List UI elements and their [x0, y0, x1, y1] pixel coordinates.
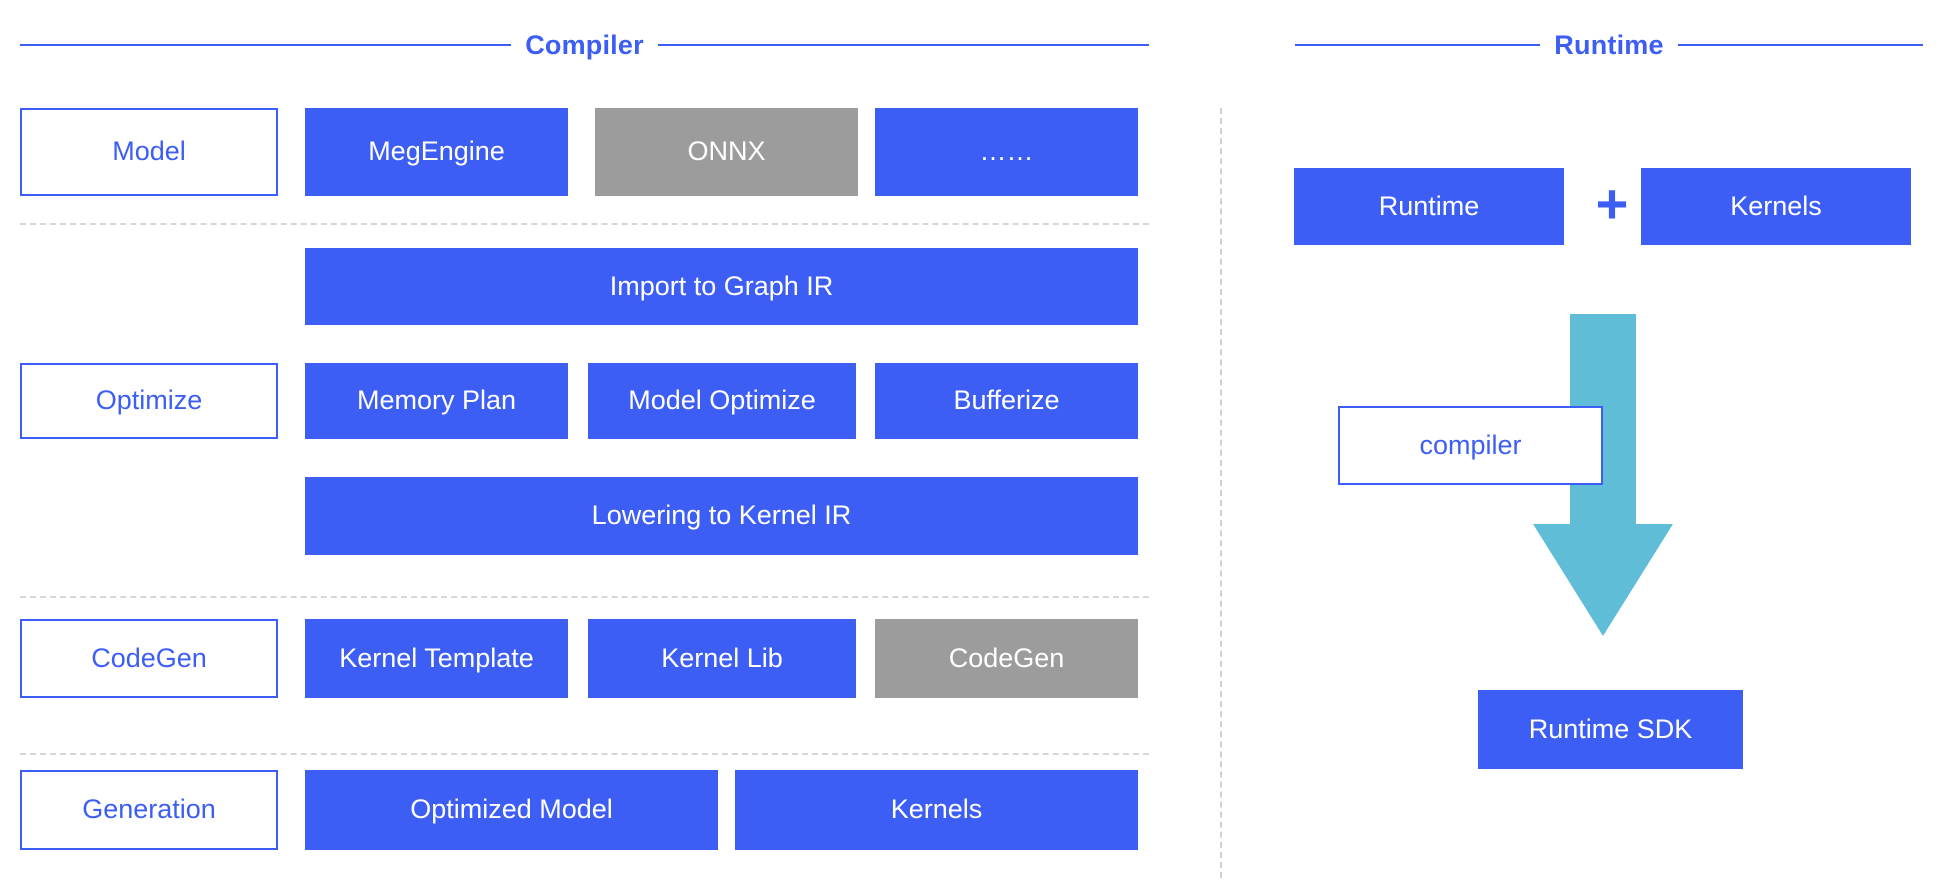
banner-import-to-graph-ir[interactable]: Import to Graph IR [305, 248, 1138, 325]
block-kernels-runtime[interactable]: Kernels [1641, 168, 1911, 245]
block-kernel-template[interactable]: Kernel Template [305, 619, 568, 698]
header-rule-right [1678, 44, 1923, 46]
block-runtime[interactable]: Runtime [1294, 168, 1564, 245]
diagram-canvas: Compiler Runtime Model MegEngine ONNX ……… [0, 0, 1943, 893]
block-megengine[interactable]: MegEngine [305, 108, 568, 196]
block-codegen[interactable]: CodeGen [875, 619, 1138, 698]
block-memory-plan[interactable]: Memory Plan [305, 363, 568, 439]
stage-label-text: Model [112, 136, 186, 167]
block-ellipsis[interactable]: …… [875, 108, 1138, 196]
block-bufferize[interactable]: Bufferize [875, 363, 1138, 439]
header-rule-right [658, 44, 1149, 46]
stage-label-optimize: Optimize [20, 363, 278, 439]
block-label: CodeGen [949, 643, 1065, 674]
block-label: Kernels [891, 794, 983, 825]
block-label: Kernel Template [339, 643, 534, 674]
block-label: Kernels [1730, 191, 1822, 222]
block-label: …… [980, 136, 1034, 167]
block-kernels-output[interactable]: Kernels [735, 770, 1138, 850]
block-kernel-lib[interactable]: Kernel Lib [588, 619, 856, 698]
block-model-optimize[interactable]: Model Optimize [588, 363, 856, 439]
block-onnx[interactable]: ONNX [595, 108, 858, 196]
block-label: Model Optimize [628, 385, 816, 416]
compiler-section-title: Compiler [511, 30, 658, 61]
header-rule-left [20, 44, 511, 46]
banner-label: Import to Graph IR [610, 271, 834, 302]
banner-label: Lowering to Kernel IR [592, 500, 852, 531]
row-separator-2 [20, 596, 1149, 598]
banner-lowering-to-kernel-ir[interactable]: Lowering to Kernel IR [305, 477, 1138, 555]
block-label: Kernel Lib [661, 643, 783, 674]
compiler-section-header: Compiler [20, 25, 1149, 65]
plus-icon: + [1589, 181, 1635, 227]
stage-label-generation: Generation [20, 770, 278, 850]
block-label: Bufferize [953, 385, 1059, 416]
column-divider [1220, 108, 1222, 878]
row-separator-1 [20, 223, 1149, 225]
stage-label-codegen: CodeGen [20, 619, 278, 698]
stage-label-text: Optimize [96, 385, 203, 416]
block-runtime-sdk[interactable]: Runtime SDK [1478, 690, 1743, 769]
block-optimized-model[interactable]: Optimized Model [305, 770, 718, 850]
row-separator-3 [20, 753, 1149, 755]
block-label: Optimized Model [410, 794, 613, 825]
callout-compiler[interactable]: compiler [1338, 406, 1603, 485]
runtime-section-header: Runtime [1295, 25, 1923, 65]
block-label: ONNX [687, 136, 765, 167]
stage-label-text: Generation [82, 794, 216, 825]
block-label: Memory Plan [357, 385, 516, 416]
stage-label-model: Model [20, 108, 278, 196]
runtime-section-title: Runtime [1540, 30, 1677, 61]
stage-label-text: CodeGen [91, 643, 207, 674]
header-rule-left [1295, 44, 1540, 46]
block-label: Runtime [1379, 191, 1480, 222]
block-label: Runtime SDK [1529, 714, 1693, 745]
callout-label: compiler [1419, 430, 1521, 461]
block-label: MegEngine [368, 136, 505, 167]
